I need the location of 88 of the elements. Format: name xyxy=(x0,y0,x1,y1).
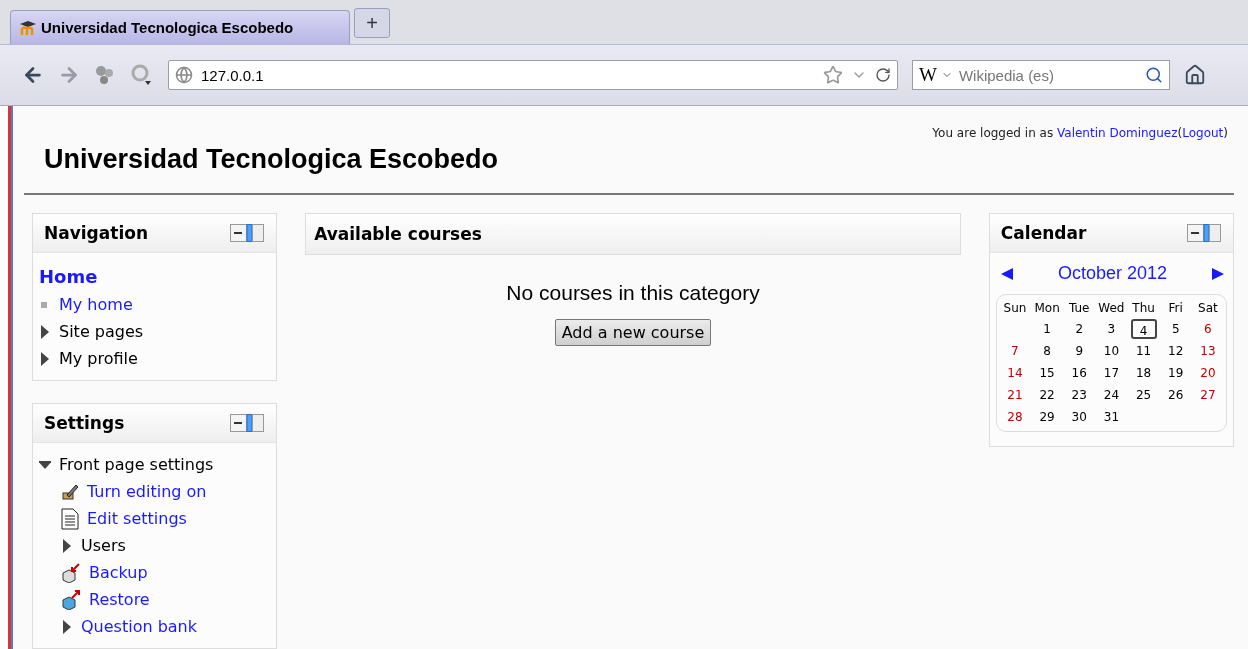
search-icon[interactable] xyxy=(1145,66,1163,84)
reload-icon[interactable] xyxy=(875,67,891,83)
calendar-day[interactable]: 15 xyxy=(1034,363,1061,383)
calendar-day[interactable]: 6 xyxy=(1194,319,1221,339)
calendar-day[interactable]: 7 xyxy=(1001,341,1028,361)
calendar-day[interactable]: 17 xyxy=(1098,363,1125,383)
restore-icon xyxy=(61,589,81,610)
weekday-label: Wed xyxy=(1097,300,1126,317)
calendar-day[interactable]: 13 xyxy=(1194,341,1221,361)
month-link[interactable]: October 2012 xyxy=(1057,263,1167,284)
tab-title: Universidad Tecnologica Escobedo xyxy=(41,19,294,36)
dock-block-icon[interactable] xyxy=(1187,224,1221,242)
nav-link[interactable]: My home xyxy=(59,295,133,314)
search-engine-label[interactable]: W xyxy=(919,64,937,86)
url-text: 127.0.0.1 xyxy=(201,66,265,84)
add-course-button[interactable]: Add a new course xyxy=(554,319,712,346)
nav-label[interactable]: Site pages xyxy=(59,322,144,341)
weekday-label: Sat xyxy=(1197,300,1219,317)
back-icon[interactable] xyxy=(22,64,44,86)
next-month-icon[interactable] xyxy=(1211,266,1225,281)
calendar-day[interactable]: 24 xyxy=(1098,385,1125,405)
address-bar[interactable]: 127.0.0.1 xyxy=(168,60,898,90)
calendar-day[interactable]: 10 xyxy=(1098,341,1125,361)
dock-block-icon[interactable] xyxy=(230,224,265,242)
nav-label[interactable]: Front page settings xyxy=(59,455,214,474)
browser-tab[interactable]: Universidad Tecnologica Escobedo xyxy=(10,10,350,44)
weekday-label: Mon xyxy=(1033,300,1061,317)
weekday-label: Fri xyxy=(1167,300,1184,317)
site-favicon xyxy=(19,19,37,36)
nav-link[interactable]: Question bank xyxy=(81,617,197,636)
calendar-day[interactable]: 11 xyxy=(1130,341,1157,361)
calendar-day[interactable]: 20 xyxy=(1194,363,1221,383)
calendar-day[interactable]: 31 xyxy=(1098,407,1125,427)
weekday-label: Thu xyxy=(1131,300,1156,317)
weekday-label: Sun xyxy=(1002,300,1028,317)
backup-icon xyxy=(61,562,81,583)
calendar-day[interactable]: 12 xyxy=(1162,341,1189,361)
collapsed-arrow-icon[interactable] xyxy=(61,538,73,553)
calendar-day[interactable]: 5 xyxy=(1162,319,1189,339)
section-title: Available courses xyxy=(314,224,482,244)
nav-link[interactable]: Backup xyxy=(89,563,148,582)
collapsed-arrow-icon[interactable] xyxy=(39,324,51,339)
calendar-day[interactable]: 1 xyxy=(1034,319,1061,339)
calendar-day[interactable]: 27 xyxy=(1194,385,1221,405)
extension-icon[interactable] xyxy=(94,64,116,86)
calendar-day[interactable]: 2 xyxy=(1066,319,1093,339)
home-link[interactable]: Home xyxy=(39,265,98,287)
nav-link[interactable]: Restore xyxy=(89,590,150,609)
calendar-day[interactable]: 25 xyxy=(1130,385,1157,405)
calendar-day[interactable]: 22 xyxy=(1034,385,1061,405)
block-title: Navigation xyxy=(44,223,148,243)
new-tab-button[interactable]: + xyxy=(354,8,390,38)
previous-month-icon[interactable] xyxy=(999,266,1014,281)
user-link[interactable]: Valentin Dominguez xyxy=(1057,126,1178,140)
calendar-day[interactable]: 18 xyxy=(1130,363,1157,383)
empty-message: No courses in this category xyxy=(506,281,760,305)
calendar-day[interactable]: 21 xyxy=(1001,385,1028,405)
collapsed-arrow-icon[interactable] xyxy=(61,619,73,634)
calendar-day[interactable]: 3 xyxy=(1098,319,1125,339)
bookmark-star-icon[interactable] xyxy=(823,65,843,85)
dock-block-icon[interactable] xyxy=(230,414,265,432)
block-title: Settings xyxy=(44,413,125,433)
login-info: You are logged in as Valentin Dominguez(Logout) xyxy=(932,126,1229,140)
globe-icon xyxy=(175,66,193,84)
site-title: Universidad Tecnologica Escobedo xyxy=(44,144,499,175)
calendar-day[interactable]: 14 xyxy=(1001,363,1028,383)
nav-label[interactable]: Users xyxy=(81,536,126,555)
block-title: Calendar xyxy=(1000,223,1087,243)
today-day[interactable]: 4 xyxy=(1130,319,1157,339)
search-field[interactable]: W Wikipedia (es) xyxy=(912,60,1170,90)
nav-label[interactable]: My profile xyxy=(59,349,138,368)
nav-link[interactable]: Turn editing on xyxy=(87,482,207,501)
calendar-day[interactable]: 19 xyxy=(1162,363,1189,383)
calendar-day[interactable]: 29 xyxy=(1034,407,1061,427)
pencil-icon xyxy=(61,482,79,501)
home-icon[interactable] xyxy=(1184,64,1206,86)
calendar-day[interactable]: 16 xyxy=(1066,363,1093,383)
weekday-label: Tue xyxy=(1068,300,1091,317)
logout-link[interactable]: Logout xyxy=(1182,126,1224,140)
calendar-day[interactable]: 26 xyxy=(1162,385,1189,405)
collapsed-arrow-icon[interactable] xyxy=(39,351,51,366)
calendar-day[interactable]: 28 xyxy=(1001,407,1028,427)
calendar-day[interactable]: 8 xyxy=(1034,341,1061,361)
calendar-day[interactable]: 9 xyxy=(1066,341,1093,361)
calendar-day[interactable]: 30 xyxy=(1066,407,1093,427)
calendar-day[interactable]: 23 xyxy=(1066,385,1093,405)
nav-link[interactable]: Edit settings xyxy=(87,509,187,528)
document-icon xyxy=(61,507,79,530)
